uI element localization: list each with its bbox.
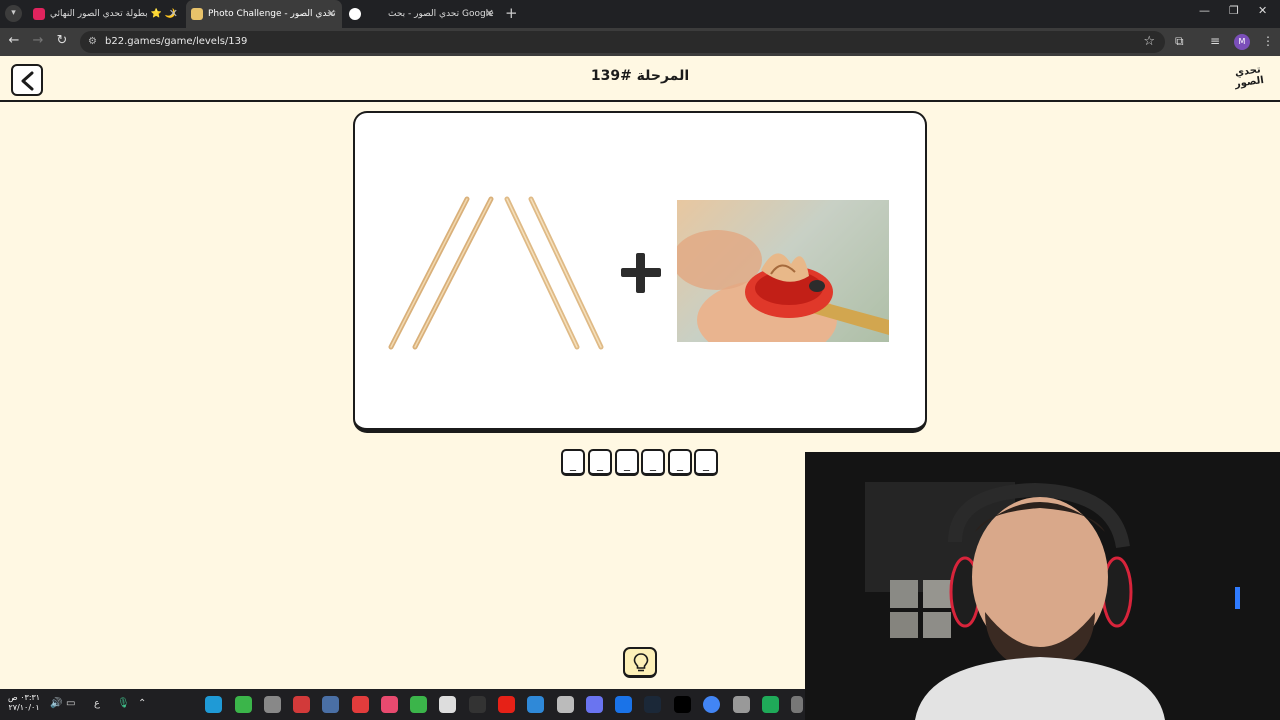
answer-slot[interactable]: _ [668,449,692,476]
tab-title: بطولة تحدي الصور النهائي ⭐ 🌙 [50,9,176,19]
discord-app-icon[interactable] [586,696,603,713]
control-panel-icon[interactable] [733,696,750,713]
plus-operator-icon [619,251,663,295]
tab-tournament[interactable]: بطولة تحدي الصور النهائي ⭐ 🌙 ✕ [28,0,184,28]
back-arrow-icon[interactable]: ← [5,33,23,48]
google-favicon-icon [349,8,361,20]
back-button[interactable] [11,64,43,96]
game-launcher-icon[interactable] [410,696,427,713]
chrome-app-icon[interactable] [703,696,720,713]
game-favicon-icon [191,8,203,20]
microphone-icon[interactable]: 🎙 [117,698,130,709]
app-icon[interactable] [469,696,486,713]
answer-slot[interactable]: _ [615,449,639,476]
url-text: b22.games/game/levels/139 [105,36,248,47]
tab-title: Photo Challenge - تحدي الصور [208,9,336,19]
steam-app-icon[interactable] [644,696,661,713]
tab-google-search[interactable]: تحدي الصور - بحث Google ✕ [366,0,500,28]
bookmark-star-icon[interactable]: ☆ [1143,34,1155,49]
pencil-sharpener-image [677,200,889,342]
chevron-left-icon [21,71,34,91]
address-bar[interactable]: ⚙ b22.games/game/levels/139 ☆ [80,31,1165,53]
close-tab-icon[interactable]: ✕ [327,0,336,28]
tab-title: تحدي الصور - بحث Google [388,9,494,19]
excel-app-icon[interactable] [762,696,779,713]
word-app-icon[interactable] [615,696,632,713]
browser-menu-icon[interactable]: ⋮ [1262,34,1274,48]
close-tab-icon[interactable]: ✕ [169,0,178,28]
obs-app-icon[interactable] [264,696,281,713]
restore-icon[interactable]: ❐ [1229,4,1239,17]
profile-avatar[interactable]: M [1234,34,1250,50]
window-close-icon[interactable]: ✕ [1258,4,1267,17]
windows-taskbar: ٠٣:٣١ ص ٢٧/١٠/٠١ 🔊 ▭ ع 🎙 ⌃ [0,689,805,720]
tray-overflow-icon[interactable]: ⌃ [138,698,146,709]
media-controls-icon[interactable]: ≡ [1210,34,1220,48]
hint-button[interactable] [623,647,657,678]
extensions-icon[interactable]: ⧉ [1175,34,1184,49]
tab-google-loading[interactable] [344,0,366,28]
network-icon[interactable]: ▭ [66,698,75,709]
adobe-app-icon[interactable] [293,696,310,713]
new-tab-icon[interactable]: + [505,4,518,22]
answer-slot[interactable]: _ [694,449,718,476]
site-info-icon[interactable]: ⚙ [88,36,97,47]
clock-date: ٢٧/١٠/٠١ [8,703,40,712]
lightbulb-icon [633,653,649,672]
photos-app-icon[interactable] [527,696,544,713]
nvidia-app-icon[interactable] [235,696,252,713]
answer-slot[interactable]: _ [561,449,585,476]
close-tab-icon[interactable]: ✕ [485,0,494,28]
answer-slot[interactable]: _ [588,449,612,476]
forward-arrow-icon[interactable]: → [29,33,47,48]
reload-icon[interactable]: ↻ [53,33,71,48]
game-logo[interactable]: تحدي الصور [1228,63,1270,96]
capcut-app-icon[interactable] [439,696,456,713]
answer-slot[interactable]: _ [641,449,665,476]
language-indicator[interactable]: ع [94,698,100,709]
browser-tab-strip: ▾ بطولة تحدي الصور النهائي ⭐ 🌙 ✕ Photo C… [0,0,1280,28]
puzzle-card [353,111,927,433]
calculator-app-icon[interactable] [791,696,803,713]
wooden-sticks-image [388,196,604,350]
browser-toolbar: ← → ↻ ⚙ b22.games/game/levels/139 ☆ ⧉ ≡ … [0,28,1280,56]
store-app-icon[interactable] [205,696,222,713]
tiktok-app-icon[interactable] [674,696,691,713]
tab-search-button[interactable]: ▾ [5,5,22,22]
volume-icon[interactable]: 🔊 [50,698,62,709]
capture-app-icon[interactable] [322,696,339,713]
youtube-app-icon[interactable] [498,696,515,713]
clock-time: ٠٣:٣١ ص [8,693,41,702]
game-header: المرحلة #139 تحدي الصور [0,56,1280,102]
record-app-icon[interactable] [352,696,369,713]
taskbar-clock[interactable]: ٠٣:٣١ ص ٢٧/١٠/٠١ [8,693,40,713]
tab-photo-challenge[interactable]: Photo Challenge - تحدي الصور ✕ [186,0,342,28]
level-title: المرحلة #139 [590,68,690,84]
music-app-icon[interactable] [381,696,398,713]
webcam-overlay [805,452,1280,720]
minimize-icon[interactable]: — [1199,4,1210,17]
youtube-favicon-icon [33,8,45,20]
settings-app-icon[interactable] [557,696,574,713]
